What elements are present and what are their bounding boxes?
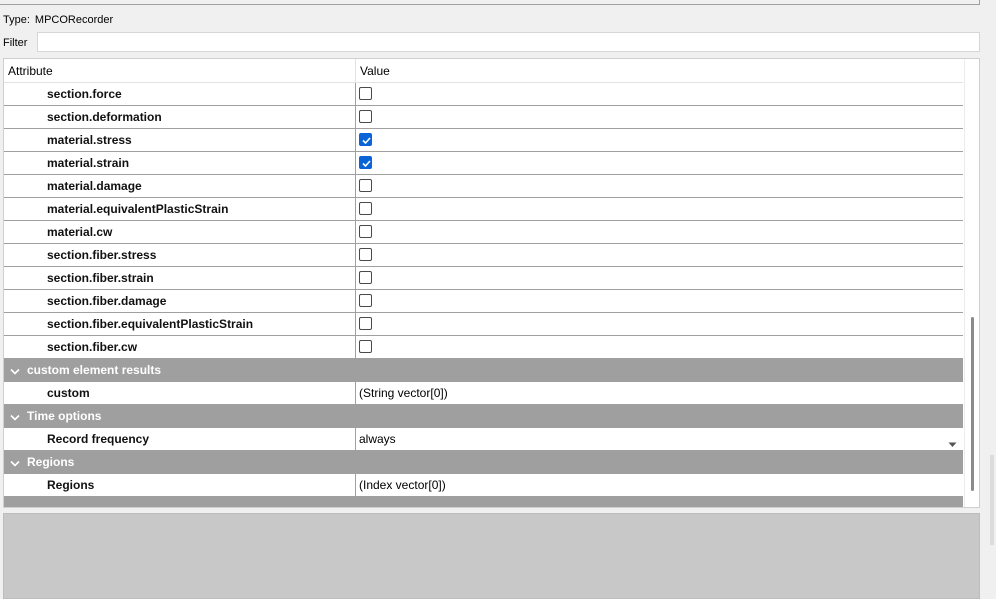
- value-checkbox[interactable]: [359, 133, 372, 146]
- value-text[interactable]: (Index vector[0]): [359, 474, 446, 496]
- property-row-material-cw[interactable]: material.cw: [4, 221, 963, 244]
- attribute-name: material.equivalentPlasticStrain: [47, 202, 229, 216]
- header-separator: [355, 59, 356, 83]
- property-row-material-damage[interactable]: material.damage: [4, 175, 963, 198]
- tree-rows: section.force section.deformation material…: [4, 83, 963, 497]
- chevron-down-icon[interactable]: [10, 457, 20, 471]
- type-label: Type:: [3, 14, 30, 26]
- group-row-custom-element-results[interactable]: custom element results: [4, 359, 963, 382]
- attribute-name: section.fiber.equivalentPlasticStrain: [47, 317, 254, 331]
- attribute-name: section.deformation: [47, 110, 162, 124]
- column-separator: [355, 175, 356, 197]
- property-row-section-deformation[interactable]: section.deformation: [4, 106, 963, 129]
- filter-input[interactable]: [37, 32, 980, 52]
- value-select[interactable]: always: [359, 428, 396, 450]
- property-row-record-frequency[interactable]: Record frequency always: [4, 428, 963, 451]
- group-title: Time options: [27, 409, 102, 423]
- description-panel: [3, 513, 980, 599]
- attribute-name: material.damage: [47, 179, 142, 193]
- attribute-name: section.fiber.strain: [47, 271, 154, 285]
- column-separator: [355, 221, 356, 243]
- column-separator: [355, 152, 356, 174]
- column-separator: [355, 428, 356, 450]
- property-row-material-strain[interactable]: material.strain: [4, 152, 963, 175]
- vertical-scrollbar[interactable]: [964, 59, 979, 507]
- value-checkbox[interactable]: [359, 87, 372, 100]
- attribute-name: Record frequency: [47, 432, 150, 446]
- column-separator: [355, 267, 356, 289]
- attribute-name: material.stress: [47, 133, 132, 147]
- type-value: MPCORecorder: [34, 14, 114, 26]
- value-checkbox[interactable]: [359, 248, 372, 261]
- property-row-section-force[interactable]: section.force: [4, 83, 963, 106]
- property-row-regions[interactable]: Regions (Index vector[0]): [4, 474, 963, 497]
- value-checkbox[interactable]: [359, 202, 372, 215]
- property-row-section-fiber-strain[interactable]: section.fiber.strain: [4, 267, 963, 290]
- property-row-section-fiber-stress[interactable]: section.fiber.stress: [4, 244, 963, 267]
- column-separator: [355, 83, 356, 105]
- property-row-section-fiber-damage[interactable]: section.fiber.damage: [4, 290, 963, 313]
- value-checkbox[interactable]: [359, 294, 372, 307]
- value-checkbox[interactable]: [359, 225, 372, 238]
- type-row: Type: MPCORecorder: [3, 13, 113, 27]
- value-text[interactable]: (String vector[0]): [359, 382, 448, 404]
- attribute-name: section.force: [47, 87, 122, 101]
- property-row-section-fiber-cw[interactable]: section.fiber.cw: [4, 336, 963, 359]
- column-separator: [355, 336, 356, 358]
- dropdown-arrow-icon[interactable]: [948, 437, 957, 451]
- attribute-name: custom: [47, 386, 90, 400]
- attribute-tree: Attribute Value section.force section.def…: [3, 58, 980, 508]
- top-frame-edge: [979, 0, 980, 5]
- attribute-name: section.fiber.cw: [47, 340, 138, 354]
- column-separator: [355, 244, 356, 266]
- group-row-time-options[interactable]: Time options: [4, 405, 963, 428]
- column-separator: [355, 474, 356, 496]
- attribute-name: section.fiber.stress: [47, 248, 157, 262]
- attribute-name: material.strain: [47, 156, 130, 170]
- column-separator: [355, 198, 356, 220]
- value-checkbox[interactable]: [359, 271, 372, 284]
- group-row-regions[interactable]: Regions: [4, 451, 963, 474]
- column-separator: [355, 382, 356, 404]
- property-row-custom[interactable]: custom (String vector[0]): [4, 382, 963, 405]
- value-checkbox[interactable]: [359, 110, 372, 123]
- scrollbar-thumb[interactable]: [971, 317, 974, 491]
- filter-label: Filter: [3, 37, 28, 49]
- column-separator: [355, 313, 356, 335]
- tree-header: Attribute Value: [4, 59, 963, 83]
- column-separator: [355, 129, 356, 151]
- value-checkbox[interactable]: [359, 156, 372, 169]
- value-checkbox[interactable]: [359, 317, 372, 330]
- tree-tail-row: [4, 496, 963, 507]
- value-column-header[interactable]: Value: [360, 59, 390, 83]
- column-separator: [355, 290, 356, 312]
- attribute-name: Regions: [47, 478, 95, 492]
- attribute-name: section.fiber.damage: [47, 294, 167, 308]
- value-checkbox[interactable]: [359, 179, 372, 192]
- chevron-down-icon[interactable]: [10, 365, 20, 379]
- column-separator: [355, 106, 356, 128]
- property-row-material-equivalentplasticstrain[interactable]: material.equivalentPlasticStrain: [4, 198, 963, 221]
- property-row-section-fiber-equivalentplasticstrain[interactable]: section.fiber.equivalentPlasticStrain: [4, 313, 963, 336]
- recorder-property-editor: Type: MPCORecorder Filter Attribute Value…: [0, 0, 996, 599]
- group-title: Regions: [27, 455, 75, 469]
- group-title: custom element results: [27, 363, 162, 377]
- value-checkbox[interactable]: [359, 340, 372, 353]
- window-edge: [990, 455, 994, 545]
- attribute-name: material.cw: [47, 225, 113, 239]
- attribute-column-header[interactable]: Attribute: [8, 59, 53, 83]
- chevron-down-icon[interactable]: [10, 411, 20, 425]
- top-divider: [0, 4, 980, 5]
- property-row-material-stress[interactable]: material.stress: [4, 129, 963, 152]
